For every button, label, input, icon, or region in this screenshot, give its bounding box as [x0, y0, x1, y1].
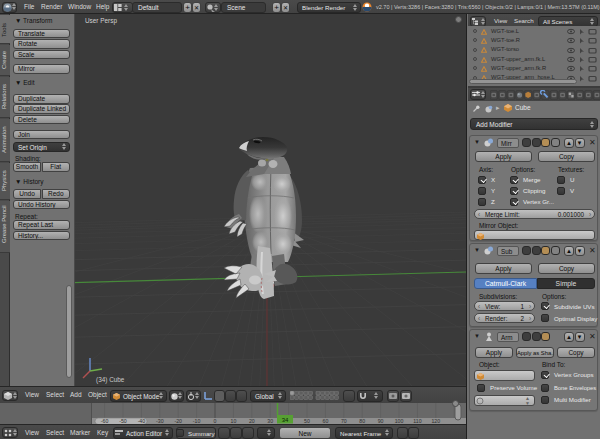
svg-text:34: 34: [282, 417, 289, 423]
